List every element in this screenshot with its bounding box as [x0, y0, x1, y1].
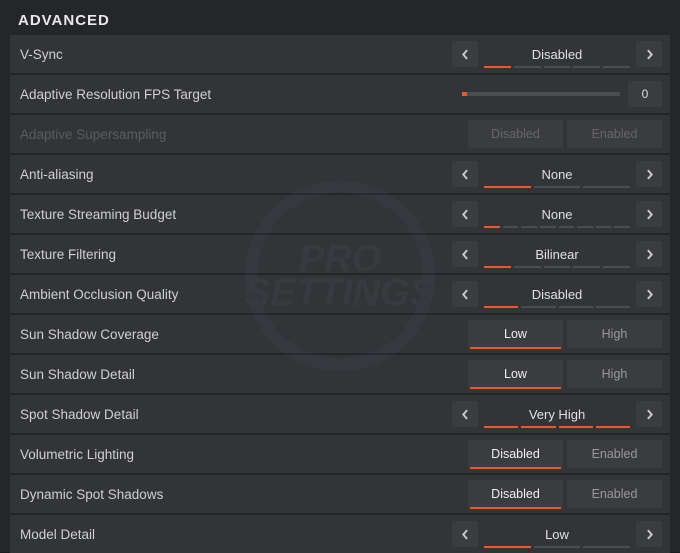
- setting-row: Spot Shadow Detail Very High: [10, 395, 670, 433]
- slider-track[interactable]: [462, 92, 620, 96]
- setting-value[interactable]: Low: [484, 521, 630, 547]
- setting-row: Dynamic Spot ShadowsDisabledEnabled: [10, 475, 670, 513]
- toggle-group: DisabledEnabled: [468, 120, 662, 148]
- setting-label: Texture Streaming Budget: [20, 207, 452, 222]
- toggle-option[interactable]: High: [567, 320, 662, 348]
- setting-label: Sun Shadow Coverage: [20, 327, 468, 342]
- chevron-left-icon[interactable]: [452, 401, 478, 427]
- toggle-group: LowHigh: [468, 320, 662, 348]
- setting-row: Volumetric LightingDisabledEnabled: [10, 435, 670, 473]
- setting-label: Dynamic Spot Shadows: [20, 487, 468, 502]
- toggle-option: Enabled: [567, 120, 662, 148]
- slider-value: 0: [628, 81, 662, 107]
- chevron-right-icon[interactable]: [636, 281, 662, 307]
- toggle-option[interactable]: Disabled: [468, 480, 563, 508]
- chevron-left-icon[interactable]: [452, 521, 478, 547]
- toggle-group: LowHigh: [468, 360, 662, 388]
- toggle-option[interactable]: Enabled: [567, 440, 662, 468]
- chevron-left-icon[interactable]: [452, 201, 478, 227]
- section-header: ADVANCED: [0, 0, 680, 35]
- setting-label: Model Detail: [20, 527, 452, 542]
- setting-row: Model Detail Low: [10, 515, 670, 553]
- toggle-option[interactable]: Low: [468, 360, 563, 388]
- setting-label: Ambient Occlusion Quality: [20, 287, 452, 302]
- toggle-option[interactable]: Enabled: [567, 480, 662, 508]
- setting-row: Ambient Occlusion Quality Disabled: [10, 275, 670, 313]
- setting-value[interactable]: None: [484, 161, 630, 187]
- chevron-left-icon[interactable]: [452, 161, 478, 187]
- chevron-left-icon[interactable]: [452, 241, 478, 267]
- setting-value[interactable]: None: [484, 201, 630, 227]
- toggle-group: DisabledEnabled: [468, 440, 662, 468]
- setting-label: Anti-aliasing: [20, 167, 452, 182]
- chevron-left-icon[interactable]: [452, 41, 478, 67]
- toggle-option[interactable]: High: [567, 360, 662, 388]
- setting-value[interactable]: Disabled: [484, 281, 630, 307]
- chevron-right-icon[interactable]: [636, 401, 662, 427]
- setting-label: Volumetric Lighting: [20, 447, 468, 462]
- setting-value[interactable]: Bilinear: [484, 241, 630, 267]
- setting-label: Spot Shadow Detail: [20, 407, 452, 422]
- setting-label: Adaptive Resolution FPS Target: [20, 87, 462, 102]
- setting-row: Sun Shadow DetailLowHigh: [10, 355, 670, 393]
- setting-label: Texture Filtering: [20, 247, 452, 262]
- setting-row: Adaptive SupersamplingDisabledEnabled: [10, 115, 670, 153]
- toggle-option: Disabled: [468, 120, 563, 148]
- setting-label: Adaptive Supersampling: [20, 127, 468, 142]
- setting-row: Anti-aliasing None: [10, 155, 670, 193]
- chevron-left-icon[interactable]: [452, 281, 478, 307]
- chevron-right-icon[interactable]: [636, 161, 662, 187]
- setting-row: V-Sync Disabled: [10, 35, 670, 73]
- setting-row: Texture Streaming Budget None: [10, 195, 670, 233]
- setting-label: Sun Shadow Detail: [20, 367, 468, 382]
- toggle-group: DisabledEnabled: [468, 480, 662, 508]
- setting-row: Texture Filtering Bilinear: [10, 235, 670, 273]
- setting-row: Sun Shadow CoverageLowHigh: [10, 315, 670, 353]
- chevron-right-icon[interactable]: [636, 241, 662, 267]
- setting-label: V-Sync: [20, 47, 452, 62]
- setting-row: Adaptive Resolution FPS Target 0: [10, 75, 670, 113]
- chevron-right-icon[interactable]: [636, 201, 662, 227]
- setting-value[interactable]: Very High: [484, 401, 630, 427]
- setting-value[interactable]: Disabled: [484, 41, 630, 67]
- toggle-option[interactable]: Low: [468, 320, 563, 348]
- chevron-right-icon[interactable]: [636, 521, 662, 547]
- chevron-right-icon[interactable]: [636, 41, 662, 67]
- toggle-option[interactable]: Disabled: [468, 440, 563, 468]
